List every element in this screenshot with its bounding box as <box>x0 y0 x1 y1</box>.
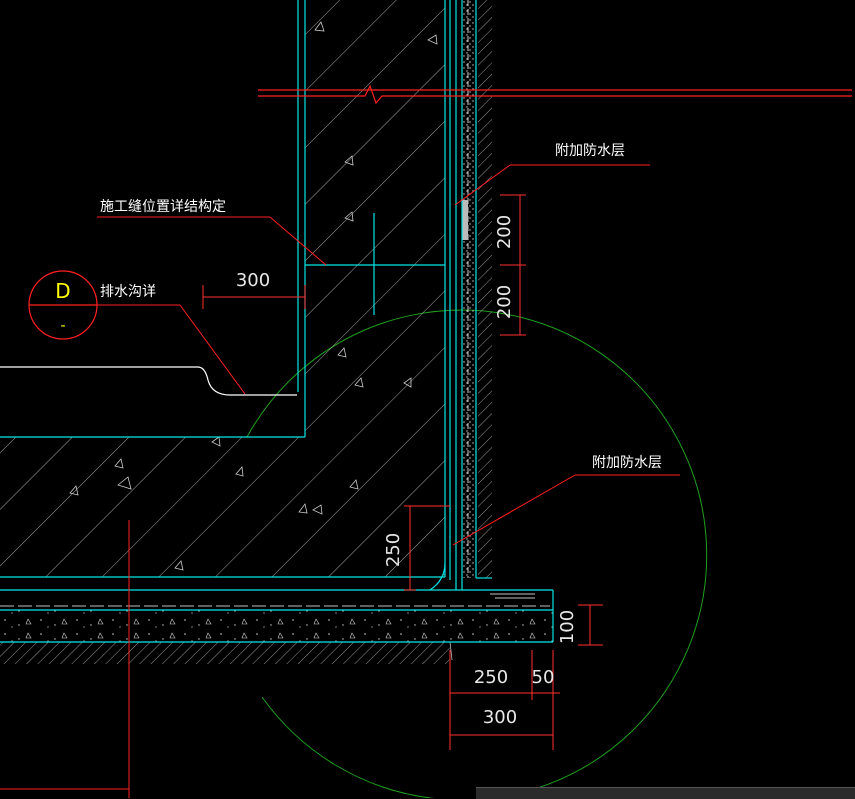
waterproof-membrane-wall <box>462 0 476 578</box>
label-construction-joint: 施工缝位置详结构定 <box>100 199 226 215</box>
dim-base-250: 250 <box>474 667 508 688</box>
drain-ditch-profile <box>0 366 297 396</box>
label-waterproof-bottom: 附加防水层 <box>592 455 662 471</box>
status-bar <box>476 787 855 799</box>
dim-base-50: 50 <box>532 667 555 688</box>
label-waterproof-top: 附加防水层 <box>555 143 625 159</box>
dim-upper-200-a: 200 <box>494 215 515 249</box>
dim-fillet-250: 250 <box>383 533 404 567</box>
detail-marker[interactable]: D - <box>28 270 98 340</box>
cad-drawing-canvas[interactable]: D - 300 200 200 250 100 250 50 300 附加防水层 <box>0 0 855 798</box>
dim-upper-200-b: 200 <box>494 285 515 319</box>
label-drain-ditch: 排水沟详 <box>100 284 156 300</box>
detail-letter: D <box>55 279 70 303</box>
dim-base-300: 300 <box>483 707 517 728</box>
detail-sheet-number: - <box>60 318 65 334</box>
dim-ditch-width: 300 <box>236 270 270 291</box>
dim-slab-100: 100 <box>557 610 578 644</box>
base-layers <box>0 593 553 642</box>
